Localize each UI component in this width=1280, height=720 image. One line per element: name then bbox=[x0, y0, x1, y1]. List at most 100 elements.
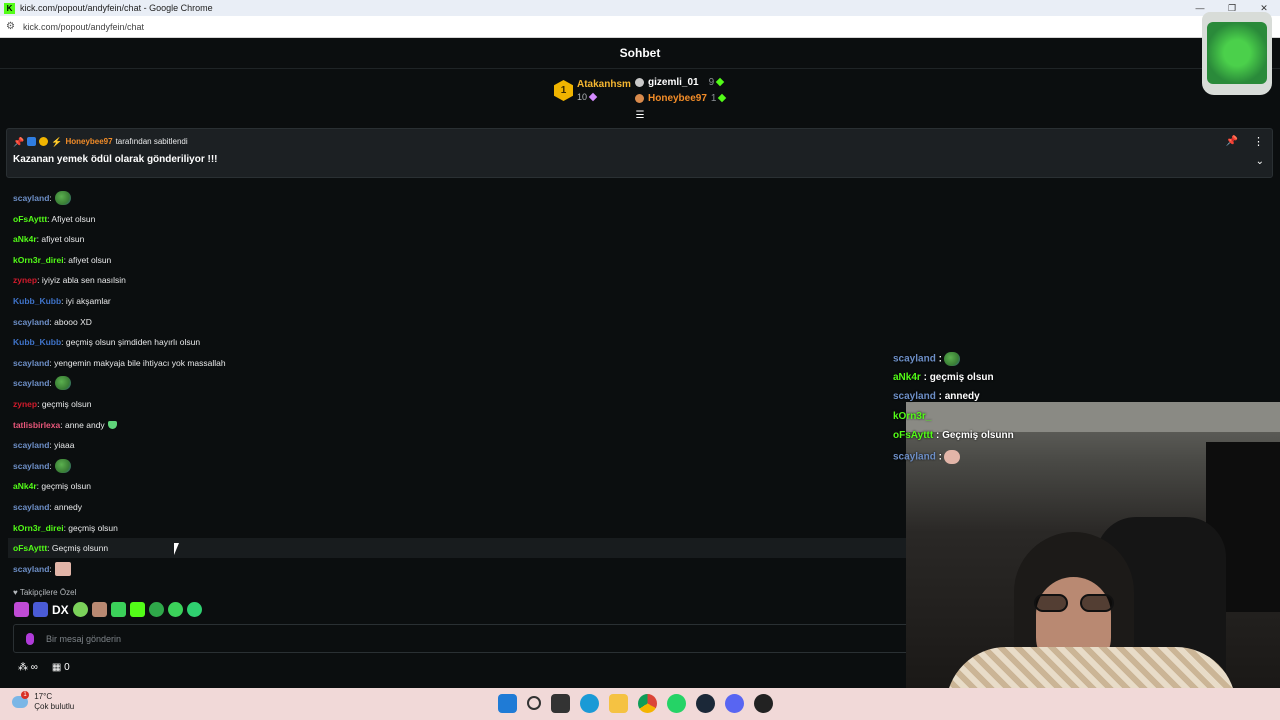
face-emote-icon bbox=[54, 561, 71, 576]
unpin-icon[interactable]: 📌 bbox=[1226, 136, 1238, 147]
file-explorer-icon[interactable] bbox=[609, 694, 628, 713]
message-text: : afiyet olsun bbox=[36, 234, 85, 245]
store-icon[interactable]: ▦ 0 bbox=[52, 662, 70, 673]
leader-name[interactable]: gizemli_01 bbox=[648, 77, 699, 88]
chat-message[interactable]: Kubb_Kubb: geçmiş olsun şimdiden hayırlı… bbox=[8, 332, 200, 352]
message-username[interactable]: zynep bbox=[13, 275, 37, 285]
message-input-box[interactable] bbox=[13, 624, 1013, 653]
message-text: : afiyet olsun bbox=[63, 254, 112, 265]
heart-icon: ♥ bbox=[13, 588, 20, 597]
emote-dx[interactable]: DX bbox=[52, 603, 69, 617]
weather-widget[interactable]: 1 17°C Çok bulutlu bbox=[12, 691, 74, 712]
message-username[interactable]: tatlisbirlexa bbox=[13, 420, 60, 430]
url-text[interactable]: kick.com/popout/andyfein/chat bbox=[23, 22, 144, 32]
message-username[interactable]: oFsAyttt bbox=[13, 543, 47, 553]
message-username[interactable]: kOrn3r_direi bbox=[13, 255, 64, 265]
chat-footer: ⁂ ∞ ▦ 0 bbox=[18, 662, 70, 673]
chat-message[interactable]: scayland: bbox=[8, 373, 71, 393]
taskbar-apps bbox=[498, 694, 773, 713]
chat-message[interactable]: Kubb_Kubb: iyi akşamlar bbox=[8, 291, 111, 311]
task-view-icon[interactable] bbox=[551, 694, 570, 713]
app-icon[interactable] bbox=[754, 694, 773, 713]
leader-count: 1 bbox=[710, 93, 717, 104]
lightning-badge-icon: ⚡ bbox=[51, 137, 63, 147]
whatsapp-icon[interactable] bbox=[667, 694, 686, 713]
chat-message[interactable]: kOrn3r_direi: afiyet olsun bbox=[8, 250, 111, 270]
emote-icon[interactable] bbox=[148, 602, 164, 617]
emote-icon[interactable] bbox=[72, 602, 88, 617]
chat-message[interactable]: aNk4r: afiyet olsun bbox=[8, 229, 84, 249]
webcam-wall bbox=[906, 402, 1280, 432]
chat-message[interactable]: scayland: abooo XD bbox=[8, 312, 92, 332]
emote-icon[interactable] bbox=[129, 602, 145, 617]
gift-gem-icon bbox=[588, 92, 598, 102]
message-username[interactable]: aNk4r bbox=[13, 234, 37, 244]
chat-message[interactable]: scayland: yiaaa bbox=[8, 435, 74, 455]
pinned-by-user[interactable]: Honeybee97 bbox=[65, 137, 112, 146]
emote-icon[interactable] bbox=[167, 602, 183, 617]
chat-message[interactable]: scayland: bbox=[8, 559, 71, 579]
overlay-message: scayland : bbox=[893, 352, 960, 366]
message-username[interactable]: scayland bbox=[13, 193, 49, 203]
emote-picker-icon[interactable] bbox=[26, 633, 34, 645]
leader-name[interactable]: Honeybee97 bbox=[648, 93, 707, 104]
message-username[interactable]: scayland bbox=[13, 317, 49, 327]
chat-message[interactable]: scayland: yengemin makyaja bile ihtiyacı… bbox=[8, 353, 226, 373]
chrome-icon[interactable] bbox=[638, 694, 657, 713]
gift-badge-icon bbox=[39, 137, 49, 146]
overlay-username: oFsAyttt bbox=[893, 430, 934, 441]
leader-first-name[interactable]: Atakanhsm bbox=[577, 79, 631, 90]
heart-emote-icon bbox=[107, 420, 117, 429]
overlay-username: scayland bbox=[893, 391, 936, 402]
chat-message[interactable]: kOrn3r_direi: geçmiş olsun bbox=[8, 518, 118, 538]
site-settings-icon[interactable]: ⚙ bbox=[6, 21, 15, 32]
chat-message[interactable]: zynep: geçmiş olsun bbox=[8, 394, 91, 414]
windows-taskbar: 1 17°C Çok bulutlu bbox=[0, 688, 1280, 720]
emote-icon[interactable] bbox=[110, 602, 126, 617]
emote-icon[interactable] bbox=[14, 602, 29, 617]
pinned-message[interactable]: 📌 ⚡ Honeybee97 tarafından sabitlendi Kaz… bbox=[6, 128, 1273, 178]
message-text: : iyiyiz abla sen nasılsin bbox=[37, 275, 126, 286]
message-text: : Geçmiş olsunn bbox=[47, 543, 109, 554]
message-username[interactable]: scayland bbox=[13, 440, 49, 450]
message-username[interactable]: Kubb_Kubb bbox=[13, 337, 61, 347]
emote-icon[interactable] bbox=[33, 602, 48, 617]
emote-icon[interactable] bbox=[186, 602, 202, 617]
message-username[interactable]: zynep bbox=[13, 399, 37, 409]
message-username[interactable]: scayland bbox=[13, 378, 49, 388]
message-text: : bbox=[49, 460, 52, 471]
message-username[interactable]: scayland bbox=[13, 358, 49, 368]
steam-icon[interactable] bbox=[696, 694, 715, 713]
points-icon[interactable]: ⁂ ∞ bbox=[18, 662, 38, 673]
chat-message[interactable]: scayland: annedy bbox=[8, 497, 82, 517]
message-text: : geçmiş olsun bbox=[63, 522, 118, 533]
chevron-down-icon[interactable]: ⌄ bbox=[1256, 156, 1264, 167]
message-username[interactable]: Kubb_Kubb bbox=[13, 296, 61, 306]
message-username[interactable]: scayland bbox=[13, 564, 49, 574]
chat-message[interactable]: tatlisbirlexa: anne andy bbox=[8, 415, 117, 435]
message-username[interactable]: aNk4r bbox=[13, 481, 37, 491]
quick-emote-bar: DX bbox=[14, 602, 202, 617]
moderator-badge-icon bbox=[27, 137, 37, 146]
message-text: : bbox=[49, 378, 52, 389]
address-bar[interactable]: ⚙ kick.com/popout/andyfein/chat bbox=[0, 16, 1280, 38]
discord-icon[interactable] bbox=[725, 694, 744, 713]
more-options-icon[interactable]: ⋮ bbox=[1253, 135, 1264, 148]
search-icon[interactable] bbox=[527, 696, 541, 710]
message-input[interactable] bbox=[46, 631, 946, 647]
expand-leaderboard-icon[interactable]: ☰ bbox=[634, 111, 646, 121]
overlay-text: : Geçmiş olsunn bbox=[933, 430, 1014, 441]
chat-message[interactable]: zynep: iyiyiz abla sen nasılsin bbox=[8, 270, 126, 290]
message-username[interactable]: scayland bbox=[13, 502, 49, 512]
chat-message[interactable]: scayland: bbox=[8, 188, 71, 208]
message-username[interactable]: oFsAyttt bbox=[13, 214, 47, 224]
start-icon[interactable] bbox=[498, 694, 517, 713]
overlay-username: aNk4r bbox=[893, 371, 921, 383]
edge-icon[interactable] bbox=[580, 694, 599, 713]
message-username[interactable]: scayland bbox=[13, 461, 49, 471]
emote-icon[interactable] bbox=[91, 602, 107, 617]
chat-message[interactable]: scayland: bbox=[8, 456, 71, 476]
chat-message[interactable]: oFsAyttt: Afiyet olsun bbox=[8, 209, 95, 229]
message-username[interactable]: kOrn3r_direi bbox=[13, 523, 64, 533]
chat-message[interactable]: aNk4r: geçmiş olsun bbox=[8, 476, 91, 496]
